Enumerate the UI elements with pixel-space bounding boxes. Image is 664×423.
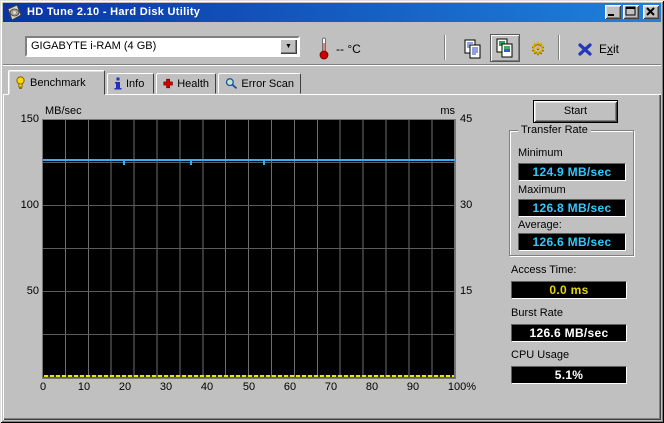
tab-label: Benchmark (30, 76, 86, 89)
benchmark-chart (42, 119, 456, 379)
right-axis-tick: 30 (460, 199, 473, 211)
close-button[interactable] (643, 5, 659, 19)
x-axis-tick: 60 (283, 381, 297, 393)
minimize-icon (608, 14, 614, 16)
access-time-line (44, 375, 454, 377)
chevron-down-icon: ▼ (285, 43, 292, 50)
minimum-value: 124.9 MB/sec (518, 163, 626, 181)
toolbar-separator (558, 35, 560, 60)
info-icon (114, 77, 122, 90)
toolbar-separator (444, 35, 446, 60)
transfer-rate-group-label: Transfer Rate (518, 124, 591, 136)
x-axis-tick: 100% (447, 381, 477, 393)
minimum-label: Minimum (518, 147, 563, 159)
right-axis-tick: 45 (460, 113, 473, 125)
maximum-value: 126.8 MB/sec (518, 199, 626, 217)
x-axis-tick: 0 (39, 381, 47, 393)
x-axis-tick: 20 (118, 381, 132, 393)
exit-button[interactable]: Exit (578, 38, 619, 60)
tab-health[interactable]: Health (156, 73, 216, 94)
left-axis-tick: 150 (20, 113, 39, 125)
tab-error-scan[interactable]: Error Scan (218, 73, 301, 94)
x-axis-tick: 40 (200, 381, 214, 393)
copy-image-icon (496, 38, 513, 58)
x-axis-tick: 80 (365, 381, 379, 393)
benchmark-icon (16, 75, 25, 89)
options-button[interactable]: ⚙ (524, 36, 552, 62)
transfer-rate-dip (190, 161, 193, 165)
tab-label: Info (126, 77, 145, 90)
toolbar-divider (3, 64, 661, 66)
maximize-button[interactable] (623, 5, 639, 19)
exit-x-icon (578, 42, 592, 56)
x-axis-tick: 10 (77, 381, 91, 393)
transfer-rate-dip (122, 161, 125, 165)
average-value: 126.6 MB/sec (518, 233, 626, 251)
window-title: HD Tune 2.10 - Hard Disk Utility (27, 6, 201, 18)
cpu-usage-value: 5.1% (511, 366, 627, 384)
close-icon (646, 7, 655, 16)
drive-select-dropdown-button[interactable]: ▼ (280, 39, 297, 54)
transfer-rate-line (43, 159, 455, 161)
minimize-button[interactable] (605, 5, 621, 19)
x-axis-tick: 70 (324, 381, 338, 393)
access-time-label: Access Time: (511, 264, 577, 276)
tab-label: Health (177, 77, 209, 90)
start-button[interactable]: Start (533, 100, 618, 123)
left-axis-tick: 100 (20, 199, 39, 211)
tab-info[interactable]: Info (107, 73, 154, 94)
gear-icon: ⚙ (530, 39, 546, 59)
burst-rate-label: Burst Rate (511, 307, 563, 319)
thermometer-icon (319, 37, 329, 60)
tab-benchmark[interactable]: Benchmark (8, 70, 105, 95)
copy-text-button[interactable] (459, 36, 487, 62)
cpu-usage-label: CPU Usage (511, 349, 570, 361)
right-axis-tick: 15 (460, 285, 473, 297)
magnifier-icon (225, 78, 238, 90)
maximize-icon (625, 6, 636, 16)
drive-select-value: GIGABYTE i-RAM (4 GB) (31, 40, 157, 52)
average-label: Average: (518, 219, 562, 231)
copy-screenshot-button[interactable] (490, 34, 520, 62)
x-axis-tick: 30 (159, 381, 173, 393)
app-window: HD Tune 2.10 - Hard Disk Utility GIGABYT… (0, 0, 664, 423)
exit-label: Exit (599, 42, 620, 56)
temperature-readout: -- °C (336, 42, 361, 56)
maximum-label: Maximum (518, 184, 566, 196)
x-axis-tick: 90 (406, 381, 420, 393)
burst-rate-value: 126.6 MB/sec (511, 324, 627, 342)
left-axis-tick: 50 (26, 285, 39, 297)
tab-label: Error Scan (241, 77, 294, 90)
title-bar[interactable]: HD Tune 2.10 - Hard Disk Utility (3, 3, 661, 22)
drive-select-combobox[interactable]: GIGABYTE i-RAM (4 GB) ▼ (25, 36, 300, 57)
x-axis-tick: 50 (242, 381, 256, 393)
app-icon (7, 4, 22, 21)
right-axis-unit-label: ms (440, 105, 455, 117)
copy-icon (464, 39, 481, 59)
health-cross-icon (163, 78, 173, 89)
transfer-rate-group: Transfer Rate Minimum 124.9 MB/sec Maxim… (509, 124, 634, 256)
transfer-rate-dip (263, 161, 265, 165)
access-time-value: 0.0 ms (511, 281, 627, 299)
left-axis-unit-label: MB/sec (45, 105, 82, 117)
